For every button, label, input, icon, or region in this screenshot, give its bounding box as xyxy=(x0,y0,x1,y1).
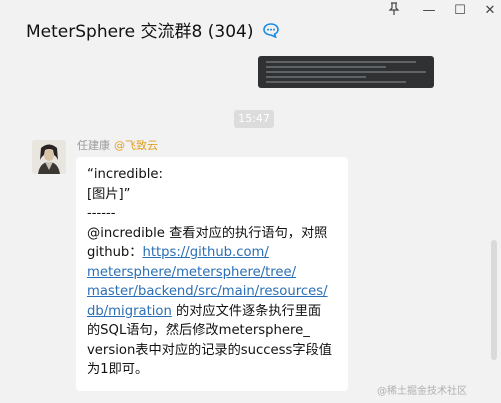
message-bubble[interactable]: “incredible: [图片]” ------ @incredible 查看… xyxy=(76,157,348,391)
message-line: “incredible: xyxy=(87,167,163,182)
minimize-button[interactable]: — xyxy=(417,2,441,20)
message-line: @incredible 查看对应的执行语句，对照 xyxy=(87,225,328,241)
github-link[interactable]: metersphere/metersphere/tree/ xyxy=(87,263,338,283)
sender-name[interactable]: 任建康 xyxy=(77,139,110,152)
group-chat-icon[interactable] xyxy=(263,22,283,43)
github-link[interactable]: master/backend/src/main/resources/ xyxy=(87,282,338,302)
code-line xyxy=(266,66,386,68)
code-line xyxy=(266,76,366,78)
message-line: [图片]” xyxy=(87,186,131,202)
chat-title-text: MeterSphere 交流群8 (304) xyxy=(26,22,254,42)
sender-info: 任建康 @飞致云 xyxy=(77,137,158,153)
github-link[interactable]: db/migration xyxy=(87,304,172,319)
message-text: 的对应文件逐条执行里面 xyxy=(171,303,322,319)
message-timestamp: 15:47 xyxy=(234,110,274,128)
maximize-button[interactable]: ☐ xyxy=(448,2,472,20)
sender-tag: @飞致云 xyxy=(114,139,158,152)
message-line: ------ xyxy=(87,206,116,221)
scrollbar[interactable] xyxy=(491,240,497,360)
code-line xyxy=(266,71,426,73)
avatar[interactable] xyxy=(32,140,66,174)
message-line: db/migration 的对应文件逐条执行里面 xyxy=(87,302,338,322)
message-line: version表中对应的记录的success字段值 xyxy=(87,342,332,358)
github-link[interactable]: https://github.com/ xyxy=(142,245,268,260)
code-line xyxy=(266,81,406,83)
message-line: 为1即可。 xyxy=(87,362,149,377)
close-button[interactable]: ✕ xyxy=(478,2,501,20)
message-line: 的SQL语句，然后修改metersphere_ xyxy=(87,323,310,338)
chat-title: MeterSphere 交流群8 (304) xyxy=(26,17,283,43)
message-line: github：https://github.com/ xyxy=(87,243,338,263)
pin-icon[interactable] xyxy=(382,2,406,20)
title-bar: MeterSphere 交流群8 (304) — ☐ ✕ xyxy=(0,0,501,54)
code-line xyxy=(266,61,416,63)
code-screenshot-image[interactable] xyxy=(258,56,434,88)
message-text: github： xyxy=(87,245,143,260)
watermark: @稀土掘金技术社区 xyxy=(377,386,467,397)
